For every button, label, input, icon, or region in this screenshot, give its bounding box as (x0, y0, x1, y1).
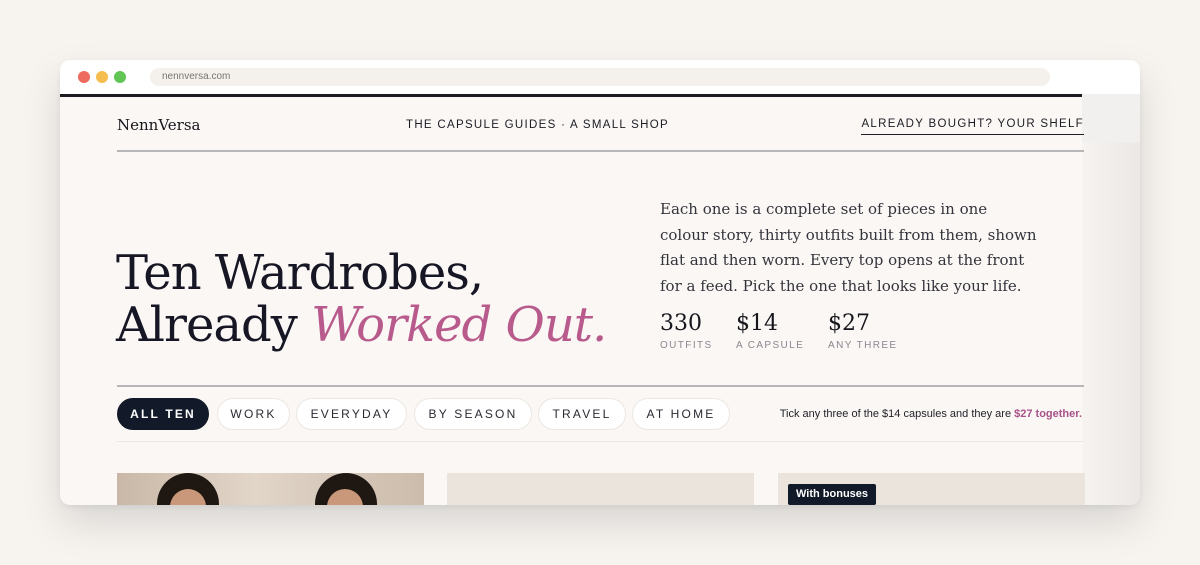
maximize-window-button[interactable] (114, 71, 126, 83)
filter-chip-by-season[interactable]: BY SEASON (414, 398, 532, 430)
filter-chip-at-home[interactable]: AT HOME (632, 398, 730, 430)
scrollbar-track[interactable] (1082, 142, 1140, 505)
bonus-badge: With bonuses (788, 484, 877, 505)
capsule-card[interactable] (447, 473, 754, 505)
capsule-card[interactable]: With bonuses (778, 473, 1085, 505)
section-divider (117, 441, 1084, 442)
stat-three-price: $27 ANY THREE (828, 311, 897, 351)
headline-line-2: Already Worked Out. (116, 297, 607, 353)
bundle-hint-text: Tick any three of the $14 capsules and t… (779, 408, 1015, 420)
your-shelf-link[interactable]: ALREADY BOUGHT? YOUR SHELF (861, 118, 1084, 135)
headline-plain: Already (116, 297, 312, 353)
stat-value: 330 (660, 311, 702, 336)
headline-accent: Worked Out. (311, 297, 607, 353)
stat-value: $14 (736, 311, 778, 336)
filter-chip-all-ten[interactable]: ALL TEN (117, 398, 209, 430)
filter-chip-everyday[interactable]: EVERYDAY (296, 398, 407, 430)
filter-chip-work[interactable]: WORK (217, 398, 290, 430)
stat-outfits: 330 OUTFITS (660, 311, 713, 351)
browser-chrome: nennversa.com (60, 60, 1140, 94)
headline-line-1: Ten Wardrobes, (116, 245, 484, 301)
stat-label: ANY THREE (828, 340, 898, 351)
stat-capsule-price: $14 A CAPSULE (736, 311, 804, 351)
filter-chip-travel[interactable]: TRAVEL (538, 398, 626, 430)
stat-label: A CAPSULE (736, 340, 805, 351)
filter-divider (117, 385, 1084, 387)
header-divider (117, 150, 1084, 152)
browser-window: nennversa.com NennVersa THE CAPSULE GUID… (60, 60, 1140, 505)
page-content: NennVersa THE CAPSULE GUIDES · A SMALL S… (60, 97, 1085, 505)
site-tagline: THE CAPSULE GUIDES · A SMALL SHOP (406, 119, 669, 131)
address-bar[interactable]: nennversa.com (150, 68, 1050, 86)
bundle-hint: Tick any three of the $14 capsules and t… (780, 408, 1082, 420)
hero-headline: Ten Wardrobes, Already Worked Out. (116, 245, 607, 353)
bundle-hint-price: $27 together. (1014, 408, 1082, 420)
close-window-button[interactable] (78, 71, 90, 83)
capsule-card[interactable] (117, 473, 424, 505)
scroll-area (1082, 94, 1140, 142)
stat-value: $27 (828, 311, 870, 336)
stat-label: OUTFITS (660, 340, 713, 351)
minimize-window-button[interactable] (96, 71, 108, 83)
hero-description: Each one is a complete set of pieces in … (660, 200, 1037, 295)
site-logo[interactable]: NennVersa (117, 116, 200, 134)
